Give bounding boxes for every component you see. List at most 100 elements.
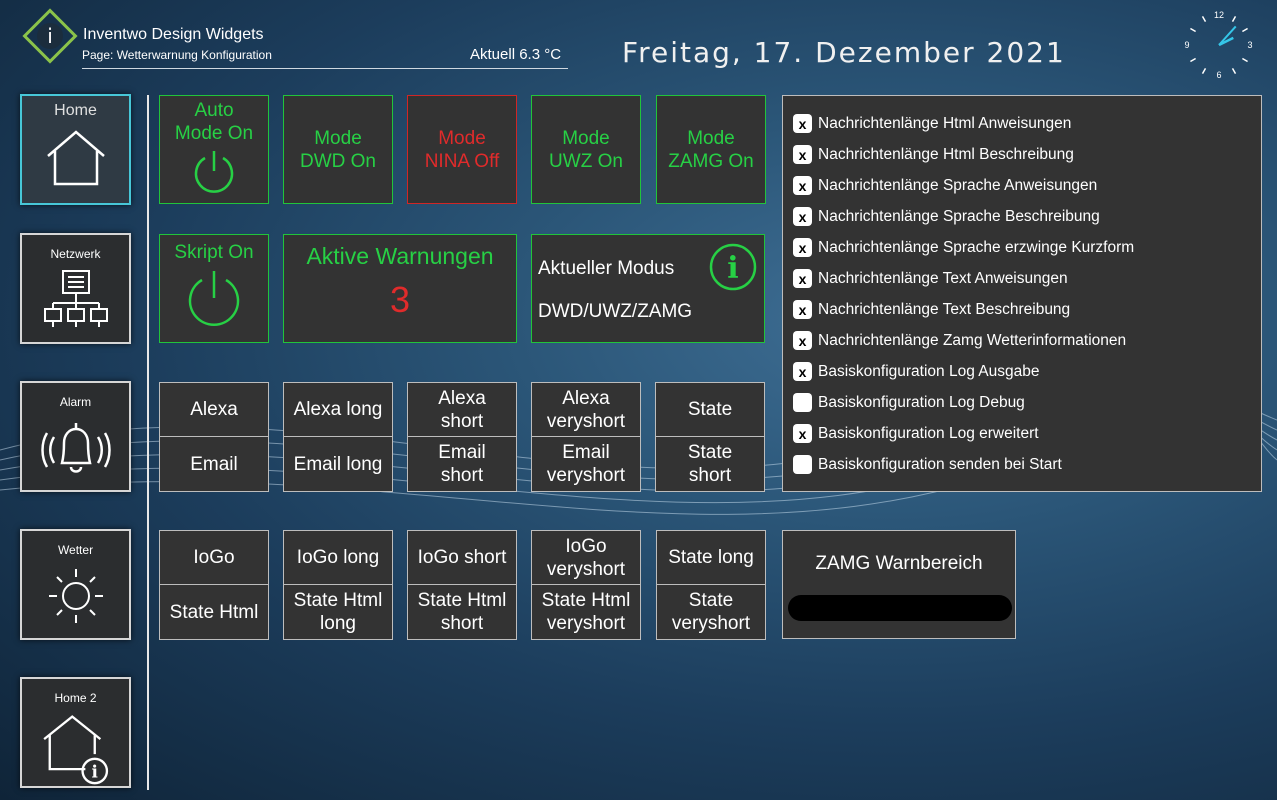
nav-home-2[interactable]: Home 2 i [20, 677, 131, 788]
nav-alarm-label: Alarm [59, 395, 92, 409]
nav-alarm[interactable]: Alarm [20, 381, 131, 492]
iogo-veryshort-group: IoGo veryshort State Html veryshort [531, 530, 641, 640]
checkbox[interactable]: x [793, 424, 812, 443]
date-display: Freitag, 17. Dezember 2021 [622, 36, 1066, 69]
clock-tick [1231, 16, 1237, 22]
checkbox-label: Basiskonfiguration senden bei Start [818, 455, 1062, 473]
clock-tick [1201, 16, 1207, 22]
zamg-warnbereich-panel: ZAMG Warnbereich [782, 530, 1016, 639]
state-long-button[interactable]: State long [656, 530, 766, 585]
iogo-long-group: IoGo long State Html long [283, 530, 393, 640]
mode-nina-button[interactable]: Mode NINA Off [407, 95, 517, 204]
nav-home-2-label: Home 2 [54, 691, 97, 705]
state-html-short-button[interactable]: State Html short [407, 585, 517, 640]
checkbox-row[interactable]: Basiskonfiguration senden bei Start [783, 449, 1261, 480]
config-checkbox-panel: x Nachrichtenlänge Html Anweisungen x Nach… [782, 95, 1262, 492]
checkbox-row[interactable]: x Basiskonfiguration Log Ausgabe [783, 356, 1261, 387]
svg-text:i: i [91, 762, 97, 782]
alexa-veryshort-group: Alexa veryshort Email veryshort [531, 382, 641, 492]
nav-netzwerk[interactable]: Netzwerk [20, 233, 131, 344]
checkbox-row[interactable]: x Nachrichtenlänge Sprache Beschreibung [783, 201, 1261, 232]
checkbox[interactable]: x [793, 114, 812, 133]
clock-tick [1190, 57, 1196, 63]
iogo-button[interactable]: IoGo [159, 530, 269, 585]
checkbox[interactable]: x [793, 145, 812, 164]
checkbox[interactable]: x [793, 300, 812, 319]
mode-dwd-button[interactable]: Mode DWD On [283, 95, 393, 204]
checkbox-label: Nachrichtenlänge Sprache Beschreibung [818, 207, 1100, 225]
state-short-button[interactable]: State short [655, 437, 765, 492]
network-icon [43, 270, 108, 327]
temperature-readout: Aktuell 6.3 °C [470, 46, 562, 63]
inventwo-logo: i [22, 8, 78, 64]
checkbox-row[interactable]: x Nachrichtenlänge Text Beschreibung [783, 294, 1261, 325]
app-title: Inventwo Design Widgets [83, 26, 264, 43]
checkbox[interactable]: x [793, 207, 812, 226]
sun-icon [48, 569, 103, 623]
checkbox-row[interactable]: x Nachrichtenlänge Html Anweisungen [783, 108, 1261, 139]
checkbox-row[interactable]: x Nachrichtenlänge Text Anweisungen [783, 263, 1261, 294]
iogo-short-group: IoGo short State Html short [407, 530, 517, 640]
power-icon [188, 271, 240, 326]
checkbox[interactable]: x [793, 362, 812, 381]
skript-button[interactable]: Skript On [159, 234, 269, 343]
state-html-veryshort-button[interactable]: State Html veryshort [531, 585, 641, 640]
alexa-long-button[interactable]: Alexa long [283, 382, 393, 437]
checkbox[interactable]: x [793, 331, 812, 350]
checkbox-row[interactable]: x Basiskonfiguration Log erweitert [783, 418, 1261, 449]
email-veryshort-button[interactable]: Email veryshort [531, 437, 641, 492]
checkbox[interactable] [793, 455, 812, 474]
alexa-long-group: Alexa long Email long [283, 382, 393, 492]
nav-home[interactable]: Home [20, 94, 131, 205]
current-mode-value: DWD/UWZ/ZAMG [538, 301, 693, 322]
clock-tick [1190, 27, 1196, 33]
checkbox[interactable] [793, 393, 812, 412]
skript-label: Skript On [174, 242, 254, 263]
info-icon: i [709, 243, 757, 291]
checkbox[interactable]: x [793, 238, 812, 257]
iogo-short-button[interactable]: IoGo short [407, 530, 517, 585]
state-html-button[interactable]: State Html [159, 585, 269, 640]
checkbox-label: Nachrichtenlänge Sprache Anweisungen [818, 176, 1098, 194]
active-warnings-panel: Aktive Warnungen 3 [283, 234, 517, 343]
checkbox-row[interactable]: x Nachrichtenlänge Html Beschreibung [783, 139, 1261, 170]
iogo-group: IoGo State Html [159, 530, 269, 640]
nav-wetter[interactable]: Wetter [20, 529, 131, 640]
svg-text:i: i [47, 24, 53, 48]
state-button[interactable]: State [655, 382, 765, 437]
email-long-button[interactable]: Email long [283, 437, 393, 492]
state-veryshort-button[interactable]: State veryshort [656, 585, 766, 640]
home-icon [46, 130, 105, 186]
auto-mode-button[interactable]: Auto Mode On [159, 95, 269, 204]
alexa-button[interactable]: Alexa [159, 382, 269, 437]
iogo-long-button[interactable]: IoGo long [283, 530, 393, 585]
checkbox-label: Basiskonfiguration Log Debug [818, 393, 1025, 411]
analog-clock: 12 3 6 9 [1184, 10, 1252, 80]
current-mode-panel: Aktueller Modus DWD/UWZ/ZAMG i [531, 234, 765, 343]
zamg-warnbereich-title: ZAMG Warnbereich [815, 553, 983, 574]
checkbox-row[interactable]: x Nachrichtenlänge Zamg Wetterinformation… [783, 325, 1261, 356]
checkbox-row[interactable]: x Nachrichtenlänge Sprache Anweisungen [783, 170, 1261, 201]
state-group: State State short [655, 382, 765, 492]
mode-uwz-button[interactable]: Mode UWZ On [531, 95, 641, 204]
nav-home-label: Home [54, 102, 97, 119]
checkbox[interactable]: x [793, 176, 812, 195]
checkbox-label: Nachrichtenlänge Html Anweisungen [818, 114, 1072, 132]
checkbox[interactable]: x [793, 269, 812, 288]
alexa-veryshort-button[interactable]: Alexa veryshort [531, 382, 641, 437]
state-html-long-button[interactable]: State Html long [283, 585, 393, 640]
alexa-short-button[interactable]: Alexa short [407, 382, 517, 437]
power-icon [194, 151, 234, 193]
clock-label-3: 3 [1247, 40, 1252, 50]
email-button[interactable]: Email [159, 437, 269, 492]
email-short-button[interactable]: Email short [407, 437, 517, 492]
checkbox-label: Basiskonfiguration Log erweitert [818, 424, 1039, 442]
mode-zamg-button[interactable]: Mode ZAMG On [656, 95, 766, 204]
checkbox-label: Basiskonfiguration Log Ausgabe [818, 362, 1040, 380]
clock-label-6: 6 [1216, 70, 1221, 80]
iogo-veryshort-button[interactable]: IoGo veryshort [531, 530, 641, 585]
bell-icon [40, 423, 111, 473]
checkbox-row[interactable]: x Nachrichtenlänge Sprache erzwinge Kurzf… [783, 232, 1261, 263]
checkbox-row[interactable]: Basiskonfiguration Log Debug [783, 387, 1261, 418]
nav-wetter-label: Wetter [57, 543, 94, 557]
